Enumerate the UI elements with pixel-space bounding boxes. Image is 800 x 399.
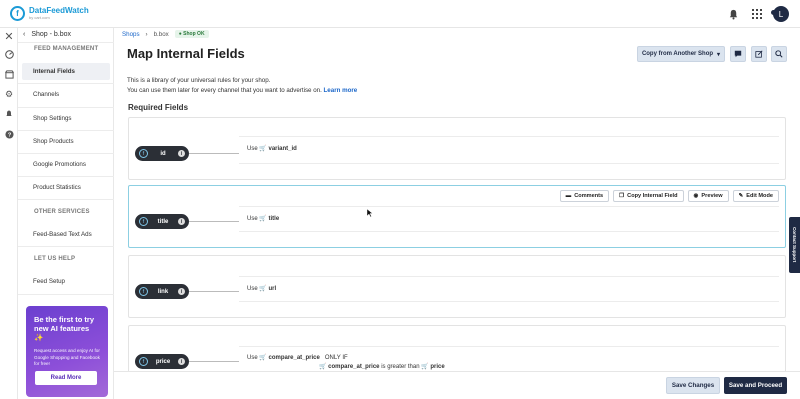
- feed-logo-icon: f: [139, 149, 148, 158]
- status-dot-icon: ●: [178, 31, 182, 37]
- field-rule: Use 🛒 title: [247, 216, 280, 222]
- cart-icon: 🛒: [259, 286, 267, 292]
- info-icon[interactable]: i: [178, 218, 185, 225]
- back-to-shop-link[interactable]: ‹ Shop - b.box: [23, 31, 71, 38]
- sidebar-item-feed-setup[interactable]: Feed Setup: [22, 273, 110, 290]
- user-avatar[interactable]: L: [773, 6, 789, 22]
- field-pill[interactable]: f title i: [135, 214, 189, 229]
- field-name: title: [157, 218, 169, 225]
- feed-management-heading: FEED MANAGEMENT: [34, 46, 99, 52]
- cart-icon: 🛒: [319, 364, 327, 370]
- search-icon-button[interactable]: [771, 46, 787, 62]
- read-more-button[interactable]: Read More: [35, 371, 97, 385]
- intro-text: This is a library of your universal rule…: [127, 77, 358, 94]
- mouse-cursor-icon: [367, 209, 373, 217]
- other-services-heading: OTHER SERVICES: [34, 209, 90, 215]
- field-name: price: [155, 358, 171, 365]
- field-pill[interactable]: f price i: [135, 354, 189, 369]
- field-name: link: [157, 288, 169, 295]
- page-title: Map Internal Fields: [127, 46, 245, 61]
- sidebar-divider: [18, 42, 114, 43]
- app-logo[interactable]: f DataFeedWatch by cart.com: [10, 6, 89, 21]
- field-card-id[interactable]: f id i Use 🛒 variant_id: [128, 117, 786, 180]
- pencil-icon: ✎: [738, 193, 744, 199]
- edit-icon-button[interactable]: [751, 46, 767, 62]
- sidebar-item-shop-settings[interactable]: Shop Settings: [22, 110, 110, 127]
- icon-rail: ✕ ⚙ ?: [0, 28, 18, 399]
- dashboard-icon[interactable]: [3, 48, 15, 60]
- sidebar-item-product-statistics[interactable]: Product Statistics: [22, 179, 110, 196]
- info-icon[interactable]: i: [178, 358, 185, 365]
- breadcrumb-shop: b.box: [153, 30, 169, 38]
- svg-text:?: ?: [7, 132, 11, 138]
- sidebar-item-channels[interactable]: Channels: [22, 86, 110, 103]
- logo-name: DataFeedWatch: [29, 6, 89, 15]
- copy-from-another-shop-button[interactable]: Copy from Another Shop ▾: [637, 46, 725, 62]
- cart-icon: 🛒: [259, 355, 267, 361]
- sidebar-item-google-promotions[interactable]: Google Promotions: [22, 156, 110, 173]
- field-card-link[interactable]: f link i Use 🛒 url: [128, 255, 786, 318]
- breadcrumb-shops[interactable]: Shops: [122, 31, 140, 38]
- back-label: Shop - b.box: [31, 31, 72, 38]
- field-rule: Use 🛒 variant_id: [247, 146, 297, 152]
- required-fields-title: Required Fields: [128, 103, 189, 112]
- caret-down-icon: ▾: [717, 51, 721, 58]
- field-rule: Use 🛒 compare_at_price ONLY IF: [247, 355, 348, 361]
- field-name: id: [160, 150, 166, 157]
- field-pill[interactable]: f link i: [135, 284, 189, 299]
- info-icon[interactable]: i: [178, 150, 185, 157]
- field-pill[interactable]: f id i: [135, 146, 189, 161]
- copy-internal-field-button[interactable]: ❐ Copy Internal Field: [613, 190, 684, 202]
- save-and-proceed-button[interactable]: Save and Proceed: [724, 377, 787, 394]
- eye-icon: ◉: [693, 193, 699, 199]
- sidebar: ‹ Shop - b.box FEED MANAGEMENT Internal …: [18, 28, 114, 399]
- apps-grid-icon[interactable]: [751, 8, 763, 20]
- top-bar: f DataFeedWatch by cart.com L: [0, 0, 800, 28]
- ai-promo-card: Be the first to try new AI features ✨ Re…: [26, 306, 108, 397]
- info-icon[interactable]: i: [178, 288, 185, 295]
- copy-icon: ❐: [619, 193, 625, 199]
- learn-more-link[interactable]: Learn more: [324, 87, 358, 94]
- cart-icon: 🛒: [259, 146, 267, 152]
- breadcrumb: Shops › b.box ● Shop OK: [122, 30, 209, 38]
- feed-logo-icon: f: [139, 357, 148, 366]
- save-changes-button[interactable]: Save Changes: [666, 377, 720, 394]
- field-card-title[interactable]: ▬ Comments ❐ Copy Internal Field ◉ Preview …: [128, 185, 786, 248]
- field-condition: 🛒 compare_at_price is greater than 🛒 pri…: [319, 364, 445, 370]
- comments-button[interactable]: ▬ Comments: [559, 190, 610, 202]
- let-us-help-heading: LET US HELP: [34, 256, 76, 262]
- chevron-left-icon: ‹: [23, 31, 26, 38]
- promo-text: Request access and enjoy AI for Google S…: [34, 348, 100, 367]
- contact-support-tab[interactable]: Contact Support: [789, 217, 800, 273]
- promo-title: Be the first to try new AI features ✨: [34, 315, 95, 342]
- sidebar-item-internal-fields[interactable]: Internal Fields: [22, 63, 110, 80]
- feed-logo-icon: f: [139, 287, 148, 296]
- comments-icon-button[interactable]: [730, 46, 746, 62]
- cart-icon: 🛒: [421, 364, 429, 370]
- close-icon[interactable]: ✕: [3, 30, 15, 43]
- feed-logo-icon: f: [139, 217, 148, 226]
- sidebar-item-feed-based-text-ads[interactable]: Feed-Based Text Ads: [22, 226, 110, 243]
- logo-mark-icon: f: [10, 6, 25, 21]
- chevron-right-icon: ›: [145, 30, 148, 38]
- notification-bell-icon[interactable]: [3, 108, 15, 120]
- comment-icon: ▬: [565, 193, 572, 199]
- sidebar-item-shop-products[interactable]: Shop Products: [22, 133, 110, 150]
- preview-button[interactable]: ◉ Preview: [687, 190, 729, 202]
- field-rule: Use 🛒 url: [247, 286, 277, 292]
- store-icon[interactable]: [3, 68, 15, 80]
- cart-icon: 🛒: [259, 216, 267, 222]
- settings-gear-icon[interactable]: ⚙: [3, 88, 15, 100]
- shop-status-badge: ● Shop OK: [174, 30, 209, 38]
- logo-subtitle: by cart.com: [29, 15, 50, 20]
- card-actions: ▬ Comments ❐ Copy Internal Field ◉ Preview …: [559, 190, 779, 202]
- bell-icon[interactable]: [727, 8, 739, 20]
- help-icon[interactable]: ?: [3, 128, 15, 140]
- edit-mode-button[interactable]: ✎ Edit Mode: [732, 190, 779, 202]
